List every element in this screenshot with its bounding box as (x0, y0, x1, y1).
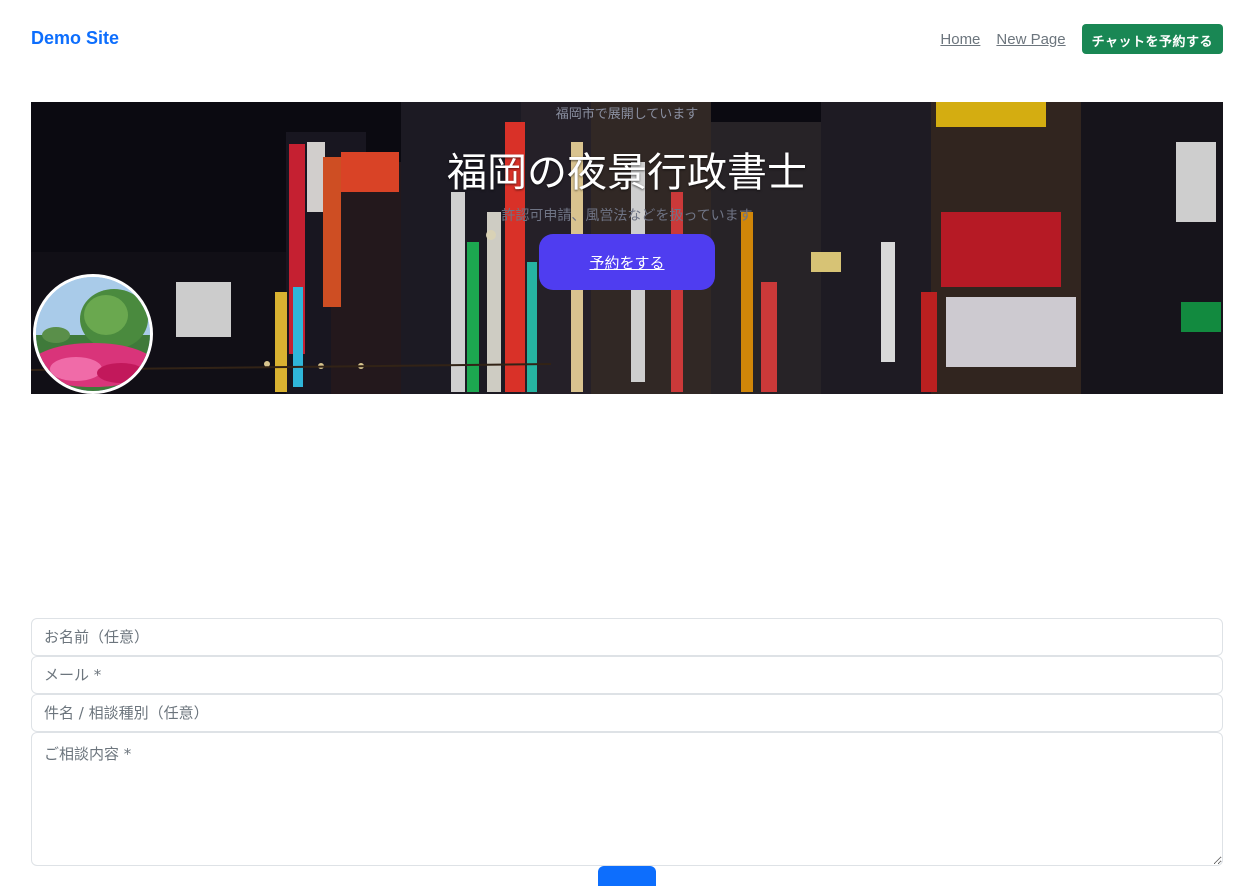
hero-eyebrow: 福岡市で展開しています (555, 107, 699, 122)
email-input[interactable] (31, 656, 1223, 694)
profile-avatar (33, 274, 153, 394)
hero-subtitle: 許認可申請、風営法などを扱っています (501, 208, 753, 224)
name-input[interactable] (31, 618, 1223, 656)
subject-input[interactable] (31, 694, 1223, 732)
main-nav: Home New Page チャットを予約する (940, 24, 1223, 54)
book-chat-button[interactable]: チャットを予約する (1081, 24, 1223, 54)
contact-form (31, 618, 1223, 886)
brand-logo[interactable]: Demo Site (31, 28, 119, 49)
hero-title: 福岡の夜景行政書士 (447, 150, 807, 196)
message-textarea[interactable] (31, 732, 1223, 866)
reserve-button[interactable]: 予約をする (539, 234, 715, 290)
submit-button[interactable] (598, 866, 656, 886)
nav-new-page[interactable]: New Page (996, 31, 1065, 48)
garden-photo (36, 277, 150, 391)
hero-banner: 福岡市で展開しています 福岡の夜景行政書士 許認可申請、風営法などを扱っています… (31, 102, 1223, 394)
nav-home[interactable]: Home (940, 31, 980, 48)
